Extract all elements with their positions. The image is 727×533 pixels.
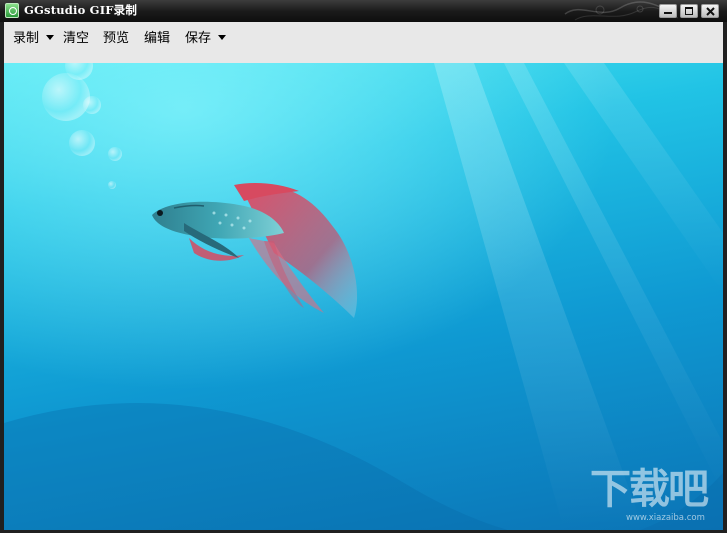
menu-clear[interactable]: 清空	[63, 30, 89, 50]
wallpaper-image	[4, 63, 723, 530]
title-bar[interactable]: GGstudio GIF录制	[0, 0, 727, 22]
menu-save[interactable]: 保存	[185, 30, 227, 50]
watermark-logo: 下载吧	[590, 465, 709, 513]
maximize-button[interactable]	[680, 4, 698, 18]
menu-edit-label: 编辑	[144, 31, 171, 46]
app-icon	[5, 3, 19, 18]
chevron-down-icon	[46, 35, 55, 40]
menu-record[interactable]: 录制	[13, 30, 55, 50]
menu-preview-label: 预览	[103, 31, 130, 46]
window-title: GGstudio GIF录制	[24, 3, 138, 17]
minimize-button[interactable]	[659, 4, 677, 18]
chevron-down-icon	[218, 35, 227, 40]
close-button[interactable]	[701, 4, 719, 18]
menu-clear-label: 清空	[63, 31, 90, 46]
app-window: GGstudio GIF录制 录制 清空 预览 编辑 保存 下载吧 www.xi…	[0, 0, 727, 533]
recording-canvas[interactable]	[4, 63, 723, 530]
menu-preview[interactable]: 预览	[103, 30, 129, 50]
toolbar: 录制 清空 预览 编辑 保存	[4, 22, 723, 63]
watermark-url: www.xiazaiba.com	[626, 513, 705, 523]
watermark: 下载吧 www.xiazaiba.com	[582, 466, 712, 526]
menu-save-label: 保存	[185, 31, 212, 46]
close-icon	[706, 7, 715, 16]
menu-edit[interactable]: 编辑	[144, 30, 170, 50]
menu-record-label: 录制	[13, 31, 40, 46]
